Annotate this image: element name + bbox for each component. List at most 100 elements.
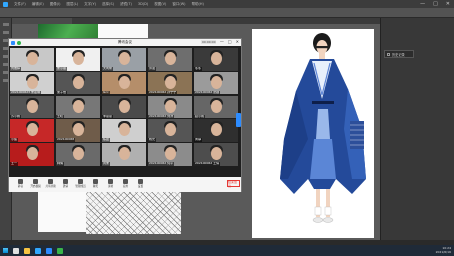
participant-name: 202100062 刘洋 [148,114,175,119]
menu-item[interactable]: 窗口(W) [172,2,185,7]
participant-tile[interactable]: 大司命 [102,48,146,71]
participant-tile[interactable]: 小鱼 [10,119,54,142]
participant-tile[interactable]: 冬冬 [194,48,238,71]
participant-face [211,99,222,113]
meeting-window: 腾讯会议 00:00:00 — □ ✕ 刘雅婷 朱小丽 大司命 许诺 冬冬 2021000… [8,38,242,192]
participant-face [119,123,130,137]
meeting-window-controls: — □ ✕ [220,39,239,44]
participant-face [165,52,176,65]
history-label: 历史记录 [392,52,405,57]
toolbar-button[interactable]: 聊天 [88,179,103,188]
participant-tile[interactable]: 苏小娟 [10,95,54,119]
menu-item[interactable]: 选择(S) [102,2,114,7]
toolbar-button[interactable]: 开启视频 [28,179,43,188]
participant-tile[interactable]: 许诺 [148,48,192,71]
toolbar-button[interactable]: 管理成员 [73,179,88,188]
participant-face [73,75,84,89]
menu-item[interactable]: 图像(I) [50,2,61,7]
menu-item[interactable]: 编辑(E) [32,2,44,7]
file-explorer-icon[interactable] [24,247,30,254]
toolbar-button[interactable]: 录制 [103,179,118,188]
participant-name: 周末 [102,162,111,166]
participant-tile[interactable]: 赵小雨 [194,95,238,119]
participant-face [211,75,222,89]
menu-item[interactable]: 图层(L) [66,2,78,7]
minimize-button[interactable]: — [420,1,425,7]
participant-tile[interactable]: 202100062 王倩 [194,143,238,166]
participant-tile[interactable]: 吴子怡 [56,71,100,95]
settings-icon [138,179,143,184]
participant-tile[interactable]: 202100062 刘洋 [148,95,192,119]
toolbar-button[interactable]: 设置 [133,179,148,188]
camera-icon [33,179,38,184]
participant-grid: 刘雅婷 朱小丽 大司命 许诺 冬冬 2021000623 朱嘉琪 吴子怡 Gcc 2021000… [10,48,240,166]
meeting-taskbar-icon[interactable] [46,247,52,254]
participant-tile[interactable]: 2021000623 朱嘉琪 [10,71,54,95]
record-icon [108,179,113,184]
participant-tile[interactable]: 朱小丽 [56,48,100,71]
meeting-minimize-button[interactable]: — [220,39,224,44]
participant-tile[interactable]: 杨光 [148,119,192,142]
toolbar-button[interactable]: 应用 [118,179,133,188]
menu-item[interactable]: 帮助(H) [192,2,204,7]
participant-name: 赵小雨 [194,114,206,119]
participant-face [73,123,84,137]
menu-item[interactable]: 3D(D) [138,2,148,7]
participant-tile[interactable]: 王一 [10,143,54,166]
toolbar-button-label: 设置 [137,185,144,188]
participant-tile[interactable]: 202100068 [56,119,100,142]
participant-tile[interactable]: 李思思 [102,95,146,119]
participant-face [119,147,130,161]
wechat-taskbar-icon[interactable] [57,247,63,254]
next-page-button[interactable] [236,113,241,127]
meeting-close-button[interactable]: ✕ [236,39,239,44]
menu-item[interactable]: 文件(F) [14,2,26,7]
menu-item[interactable]: 滤镜(T) [120,2,132,7]
toolbar-button[interactable]: 静音 [13,179,28,188]
history-panel-tab[interactable]: 历史记录 [384,50,414,58]
chat-icon [93,179,98,184]
photoshop-taskbar-icon[interactable] [35,247,41,254]
participant-name: 202100062 王倩 [194,162,221,166]
participant-name: 202100062 孙宁宁 [148,90,178,95]
participant-name: 李思思 [102,114,114,119]
participant-tile[interactable]: 202100062 何平 [148,143,192,166]
participant-tile[interactable]: Gcc [102,71,146,95]
participant-name: 小鱼 [10,138,19,142]
participant-face [27,75,38,89]
toolbar-button[interactable]: 邀请 [58,179,73,188]
participant-tile[interactable]: 刘雅婷 [10,48,54,71]
participant-tile[interactable]: 林俏 [56,143,100,166]
members-icon [78,179,83,184]
toolbar-button[interactable]: 共享屏幕 [43,179,58,188]
move-tool-icon[interactable] [2,23,9,26]
participant-name: 冬冬 [194,67,203,71]
toolbar-button-label: 录制 [107,185,114,188]
participant-name: Gcc [102,90,110,95]
menu-item[interactable]: 视图(V) [154,2,166,7]
participant-name: 202100062 张越 [194,90,221,95]
menu-item[interactable]: 文字(Y) [84,2,96,7]
close-button[interactable]: ✕ [446,1,450,7]
end-meeting-button[interactable]: 结束会议 [227,180,240,188]
taskbar-clock[interactable]: 10:24 2021/6/16 [436,246,451,254]
toolbar-button-label: 应用 [122,185,129,188]
participant-name: 王一 [10,162,19,166]
windows-start-icon[interactable] [3,248,8,253]
participant-name: 林俏 [56,162,65,166]
participant-tile[interactable]: 王晓 [56,95,100,119]
search-icon[interactable] [13,247,19,254]
meeting-maximize-button[interactable]: □ [228,39,232,44]
participant-name: 刘雅婷 [10,67,22,71]
participant-tile[interactable]: 202100062 孙宁宁 [148,71,192,95]
window-controls: — □ ✕ [420,1,454,7]
maximize-button[interactable]: □ [433,1,438,7]
participant-tile[interactable]: 黄静 [194,119,238,142]
participant-name: 202100062 何平 [148,162,175,166]
participant-tile[interactable]: 周末 [102,143,146,166]
participant-face [73,52,84,65]
participant-tile[interactable]: 202100062 张越 [194,71,238,95]
marquee-tool-icon[interactable] [2,31,9,34]
apps-icon [123,179,128,184]
participant-tile[interactable]: 陈晨 [102,119,146,142]
